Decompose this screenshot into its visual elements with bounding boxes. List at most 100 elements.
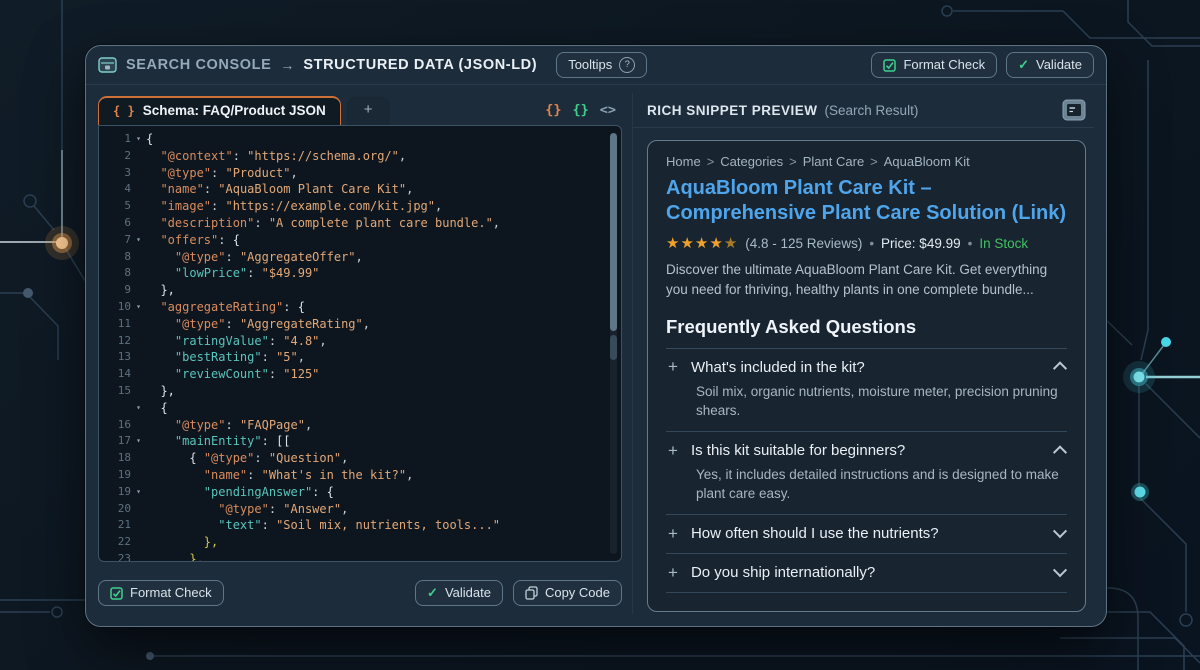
- code-line: 19 "name": "What's in the kit?",: [105, 467, 607, 484]
- dot-separator: •: [968, 236, 973, 251]
- snippet-card: Home>Categories>Plant Care>AquaBloom Kit…: [647, 140, 1086, 612]
- validate-button-top[interactable]: ✓ Validate: [1006, 52, 1094, 78]
- copy-code-label: Copy Code: [545, 585, 610, 601]
- faq-question-text: What's included in the kit?: [691, 359, 865, 376]
- code-editor[interactable]: 1▾{2 "@context": "https://schema.org/",3…: [98, 125, 622, 562]
- code-line: 3 "@type": "Product",: [105, 165, 607, 182]
- faq-question-text: Is this kit suitable for beginners?: [691, 442, 905, 459]
- copy-icon: [525, 586, 538, 600]
- format-check-label: Format Check: [130, 585, 212, 601]
- faq-question[interactable]: + What's included in the kit?: [668, 359, 1065, 376]
- breadcrumb-item[interactable]: AquaBloom Kit: [884, 154, 970, 169]
- scrollbar-thumb-secondary: [610, 335, 617, 360]
- breadcrumb-app-section[interactable]: SEARCH CONSOLE: [126, 57, 271, 73]
- app-header: SEARCH CONSOLE → STRUCTURED DATA (JSON-L…: [86, 46, 1106, 85]
- check-icon: ✓: [427, 585, 438, 601]
- code-line: 9 },: [105, 282, 607, 299]
- check-icon: ✓: [1018, 57, 1029, 73]
- code-line: 2 "@context": "https://schema.org/",: [105, 148, 607, 165]
- page-title: STRUCTURED DATA (JSON-LD): [303, 57, 537, 73]
- breadcrumb-item[interactable]: Categories: [720, 154, 783, 169]
- editor-toolbar-icons: {} {} <>: [545, 102, 622, 125]
- braces-icon: { }: [113, 104, 135, 118]
- breadcrumb: Home>Categories>Plant Care>AquaBloom Kit: [666, 154, 1067, 169]
- checkbox-check-icon: [110, 587, 123, 600]
- code-line: 8 "lowPrice": "$49.99": [105, 265, 607, 282]
- plus-icon: +: [668, 527, 678, 541]
- faq-item: + Do you ship internationally?: [666, 554, 1067, 593]
- code-line: 4 "name": "AquaBloom Plant Care Kit",: [105, 181, 607, 198]
- code-line: 21 "text": "Soil mix, nutrients, tools..…: [105, 517, 607, 534]
- tooltips-button[interactable]: Tooltips ?: [556, 52, 647, 78]
- code-line: 13 "bestRating": "5",: [105, 349, 607, 366]
- code-line: 7▾ "offers": {: [105, 232, 607, 249]
- validate-label: Validate: [1036, 57, 1082, 73]
- price-text: Price: $49.99: [881, 236, 961, 251]
- faq-answer: Yes, it includes detailed instructions a…: [696, 465, 1065, 503]
- code-line: 16 "@type": "FAQPage",: [105, 417, 607, 434]
- validate-button-bottom[interactable]: ✓ Validate: [415, 580, 503, 606]
- rating-row: ★★★★★ (4.8 - 125 Reviews) • Price: $49.9…: [666, 234, 1067, 252]
- faq-question-text: Do you ship internationally?: [691, 564, 875, 581]
- format-check-button-bottom[interactable]: Format Check: [98, 580, 224, 606]
- chevron-up-icon[interactable]: [1053, 362, 1067, 376]
- snippet-title-link[interactable]: AquaBloom Plant Care Kit – Comprehensive…: [666, 176, 1067, 226]
- tab-schema-json[interactable]: { } Schema: FAQ/Product JSON: [98, 96, 341, 125]
- star-rating-icon: ★★★★★: [666, 234, 738, 252]
- preview-subtitle: (Search Result): [825, 103, 919, 118]
- plus-icon: +: [668, 444, 678, 458]
- rich-result-icon[interactable]: [1062, 99, 1086, 121]
- plus-icon: +: [668, 566, 678, 580]
- copy-code-button[interactable]: Copy Code: [513, 580, 622, 606]
- desktop-background: SEARCH CONSOLE → STRUCTURED DATA (JSON-L…: [0, 0, 1200, 670]
- faq-item: + What's included in the kit? Soil mix, or…: [666, 349, 1067, 432]
- breadcrumb-item[interactable]: Home: [666, 154, 701, 169]
- new-tab-button[interactable]: +: [347, 97, 390, 125]
- breadcrumb-arrow: →: [280, 57, 294, 73]
- safe-icon: [98, 57, 117, 74]
- editor-panel: { } Schema: FAQ/Product JSON + {} {} <> …: [98, 93, 622, 614]
- code-line: 20 "@type": "Answer",: [105, 501, 607, 518]
- code-line: 1▾{: [105, 131, 607, 148]
- tooltips-label: Tooltips: [568, 57, 612, 73]
- dot-separator: •: [869, 236, 874, 251]
- code-line: 22 },: [105, 534, 607, 551]
- plus-icon: +: [668, 360, 678, 374]
- scrollbar-thumb[interactable]: [610, 133, 617, 331]
- editor-tabbar: { } Schema: FAQ/Product JSON + {} {} <>: [98, 93, 622, 125]
- faq-item: + Is this kit suitable for beginners? Yes,…: [666, 432, 1067, 515]
- code-line: 14 "reviewCount": "125": [105, 366, 607, 383]
- faq-question[interactable]: + How often should I use the nutrients?: [668, 525, 1065, 542]
- faq-question[interactable]: + Is this kit suitable for beginners?: [668, 442, 1065, 459]
- chevron-down-icon[interactable]: [1053, 524, 1067, 538]
- code-line: 23 },...: [105, 551, 607, 562]
- editor-footer: Format Check ✓ Validate Copy Code: [98, 562, 622, 614]
- code-line: ▾ {: [105, 400, 607, 417]
- faq-list: + What's included in the kit? Soil mix, or…: [666, 349, 1067, 594]
- faq-question[interactable]: + Do you ship internationally?: [668, 564, 1065, 581]
- code-line: 5 "image": "https://example.com/kit.jpg"…: [105, 198, 607, 215]
- validate-label: Validate: [445, 585, 491, 601]
- chevron-up-icon[interactable]: [1053, 445, 1067, 459]
- rating-text: (4.8 - 125 Reviews): [745, 236, 862, 251]
- faq-question-text: How often should I use the nutrients?: [691, 525, 939, 542]
- code-line: 11 "@type": "AggregateRating",: [105, 316, 607, 333]
- app-body: { } Schema: FAQ/Product JSON + {} {} <> …: [86, 85, 1106, 626]
- preview-panel: RICH SNIPPET PREVIEW (Search Result) Hom…: [632, 93, 1094, 614]
- braces-green-icon[interactable]: {}: [572, 102, 588, 118]
- angle-brackets-icon[interactable]: <>: [600, 102, 616, 118]
- preview-header: RICH SNIPPET PREVIEW (Search Result): [633, 93, 1094, 128]
- tab-label: Schema: FAQ/Product JSON: [143, 103, 326, 118]
- format-check-button-top[interactable]: Format Check: [871, 52, 997, 78]
- braces-orange-icon[interactable]: {}: [545, 102, 561, 118]
- breadcrumb-item[interactable]: Plant Care: [803, 154, 864, 169]
- snippet-description: Discover the ultimate AquaBloom Plant Ca…: [666, 260, 1067, 298]
- chevron-down-icon[interactable]: [1053, 563, 1067, 577]
- code-line: 6 "description": "A complete plant care …: [105, 215, 607, 232]
- code-line: 17▾ "mainEntity": [[: [105, 433, 607, 450]
- code-line: 12 "ratingValue": "4.8",: [105, 333, 607, 350]
- faq-answer: Soil mix, organic nutrients, moisture me…: [696, 382, 1065, 420]
- editor-scrollbar[interactable]: [610, 133, 617, 554]
- app-window: SEARCH CONSOLE → STRUCTURED DATA (JSON-L…: [85, 45, 1107, 627]
- code-lines: 1▾{2 "@context": "https://schema.org/",3…: [105, 131, 607, 562]
